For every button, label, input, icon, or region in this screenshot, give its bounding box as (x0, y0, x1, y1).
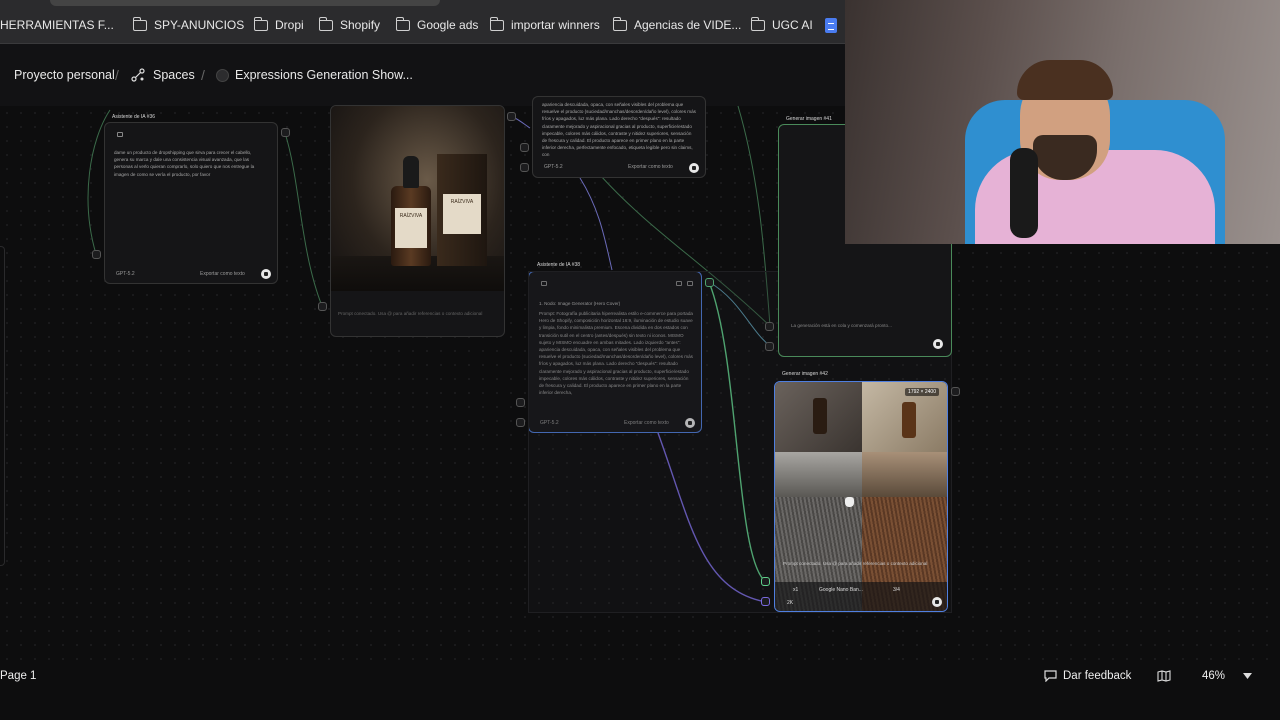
model-selector[interactable]: GPT-5.2 (544, 164, 563, 170)
node-prompt-text[interactable]: dame un producto de dropshipping que sir… (114, 149, 264, 178)
multiplier-selector[interactable]: x1 (793, 587, 798, 593)
node-title: Generar imagen #42 (782, 371, 828, 377)
result-image-3[interactable] (775, 452, 862, 497)
export-text-button[interactable]: Exportar como texto (628, 164, 673, 170)
input-port[interactable] (318, 302, 327, 311)
output-port[interactable] (507, 112, 516, 121)
product-box: RAÍZVIVA (437, 154, 487, 266)
map-icon[interactable] (1157, 670, 1171, 682)
feedback-icon (1044, 670, 1057, 682)
bottom-bar (0, 660, 1280, 720)
node-title: Asistente de IA #36 (112, 114, 156, 120)
assistant-node-36[interactable]: dame un producto de dropshipping que sir… (104, 122, 278, 284)
hand-cursor-icon (845, 497, 854, 507)
export-text-button[interactable]: Exportar como texto (200, 271, 245, 277)
input-port[interactable] (516, 418, 525, 427)
prompt-placeholder[interactable]: Prompt conectado. Usa @ para añadir refe… (338, 310, 498, 317)
node-title: Asistente de IA #38 (537, 262, 581, 268)
node-toolbar: x1 Google Nano Ban... 3/4 2K (775, 582, 947, 611)
assistant-node-top[interactable]: apariencia descuidada, opaca, con señale… (532, 96, 706, 178)
product-image-node[interactable]: RAÍZVIVA RAÍZVIVA Prompt conectado. Usa … (330, 105, 505, 337)
result-image-1[interactable] (775, 382, 862, 452)
result-image-4[interactable] (862, 452, 947, 497)
zoom-level[interactable]: 46% (1202, 670, 1225, 682)
model-selector[interactable]: GPT-5.2 (116, 271, 135, 277)
image-count[interactable]: 3/4 (893, 587, 900, 593)
bottle-label: RAÍZVIVA (395, 208, 427, 248)
generation-status: La generación está en cola y comenzará p… (791, 323, 892, 328)
input-port[interactable] (520, 143, 529, 152)
prompt-placeholder[interactable]: Prompt conectado. Usa @ para añadir refe… (783, 560, 943, 567)
resolution-selector[interactable]: 2K (787, 600, 793, 606)
model-selector[interactable]: Google Nano Ban... (819, 587, 863, 593)
webcam-overlay (845, 0, 1280, 244)
run-button[interactable] (261, 269, 271, 279)
page-indicator[interactable]: Page 1 (0, 670, 36, 682)
output-port[interactable] (281, 128, 290, 137)
input-port[interactable] (520, 163, 529, 172)
node-title: Generar imagen #41 (786, 116, 832, 122)
microphone (1010, 148, 1038, 238)
box-label: RAÍZVIVA (443, 194, 481, 234)
input-port[interactable] (516, 398, 525, 407)
run-button[interactable] (689, 163, 699, 173)
input-port[interactable] (761, 577, 770, 586)
person-hair (1017, 60, 1113, 100)
output-port[interactable] (951, 387, 960, 396)
input-port[interactable] (761, 597, 770, 606)
chevron-down-icon[interactable] (1243, 673, 1252, 679)
node-menu-icon[interactable] (117, 132, 123, 137)
input-port[interactable] (765, 342, 774, 351)
node-output-text[interactable]: apariencia descuidada, opaca, con señale… (542, 101, 697, 159)
dropper-cap (403, 156, 419, 188)
run-button[interactable] (932, 597, 942, 607)
input-port[interactable] (92, 250, 101, 259)
input-port[interactable] (765, 322, 774, 331)
product-photo: RAÍZVIVA RAÍZVIVA (331, 106, 504, 291)
run-button[interactable] (933, 339, 943, 349)
feedback-button[interactable]: Dar feedback (1063, 670, 1131, 682)
image-size-badge: 1792 × 2400 (905, 388, 939, 396)
image-generator-node-42[interactable]: 1792 × 2400 Prompt conectado. Usa @ para… (774, 381, 948, 612)
